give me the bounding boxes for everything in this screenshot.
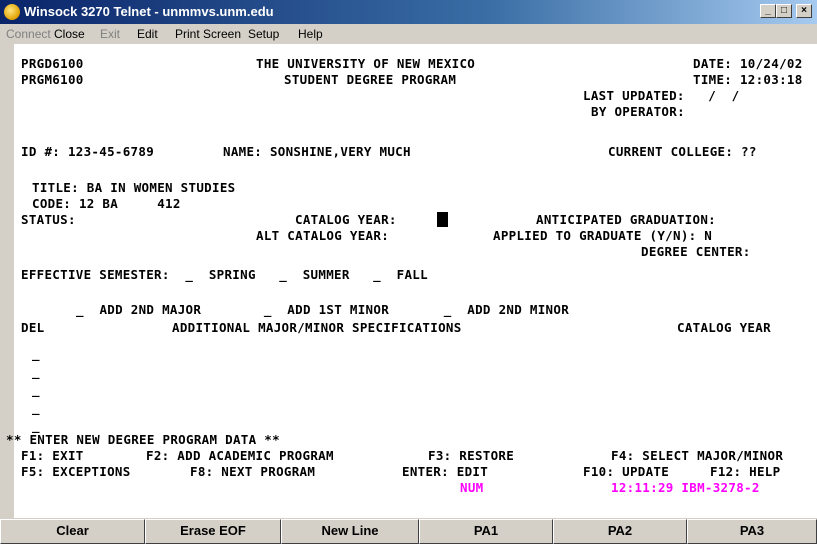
student-id: ID #: 123-45-6789 [21,144,155,159]
menu-exit[interactable]: Exit [100,27,120,41]
erase-eof-button[interactable]: Erase EOF [145,519,281,544]
program-id-2: PRGM6100 [21,72,84,87]
telnet-window: Winsock 3270 Telnet - unmmvs.unm.edu _ □… [0,0,817,544]
text-cursor [437,212,448,227]
last-updated-field: LAST UPDATED: / / [583,88,740,103]
pa3-button[interactable]: PA3 [687,519,817,544]
by-operator-field: BY OPERATOR: [591,104,685,119]
menu-edit[interactable]: Edit [137,27,158,41]
date-field: DATE: 10/24/02 [693,56,803,71]
time-field: TIME: 12:03:18 [693,72,803,87]
org-title: THE UNIVERSITY OF NEW MEXICO [256,56,476,71]
alt-catalog-year-label: ALT CATALOG YEAR: [256,228,390,243]
del-input-4[interactable]: _ [32,400,40,416]
f3-key-label: F3: RESTORE [428,448,515,463]
pa2-button[interactable]: PA2 [553,519,687,544]
enter-key-label: ENTER: EDIT [402,464,489,479]
catalog-year-column-header: CATALOG YEAR [677,320,771,335]
menu-print-screen[interactable]: Print Screen [175,27,241,41]
close-button[interactable]: × [796,4,812,18]
enter-data-message: ** ENTER NEW DEGREE PROGRAM DATA ** [6,432,280,447]
function-button-bar: Clear Erase EOF New Line PA1 PA2 PA3 [0,519,817,544]
program-id-1: PRGD6100 [21,56,84,71]
del-input-3[interactable]: _ [32,382,40,398]
num-lock-indicator: NUM [460,480,484,495]
anticipated-graduation-label: ANTICIPATED GRADUATION: [536,212,716,227]
del-input-2[interactable]: _ [32,364,40,380]
additional-specs-header: ADDITIONAL MAJOR/MINOR SPECIFICATIONS [172,320,462,335]
add-program-line[interactable]: _ ADD 2ND MAJOR _ ADD 1ST MINOR _ ADD 2N… [76,302,569,318]
effective-semester-line[interactable]: EFFECTIVE SEMESTER: _ SPRING _ SUMMER _ … [21,267,428,283]
app-globe-icon [4,4,20,20]
window-title: Winsock 3270 Telnet - unmmvs.unm.edu [24,4,274,19]
menu-connect[interactable]: Connect [6,27,51,41]
terminal-screen[interactable]: PRGD6100 PRGM6100 THE UNIVERSITY OF NEW … [6,44,817,518]
menu-setup[interactable]: Setup [248,27,279,41]
degree-center-label: DEGREE CENTER: [641,244,751,259]
del-column-header: DEL [21,320,45,335]
f1-key-label: F1: EXIT [21,448,84,463]
f12-key-label: F12: HELP [710,464,781,479]
pa1-button[interactable]: PA1 [419,519,553,544]
menu-help[interactable]: Help [298,27,323,41]
degree-code: CODE: 12 BA 412 [32,196,181,211]
clock-terminal-type: 12:11:29 IBM-3278-2 [611,480,760,495]
catalog-year-label: CATALOG YEAR: [295,212,397,227]
new-line-button[interactable]: New Line [281,519,419,544]
minimize-button[interactable]: _ [760,4,776,18]
maximize-button[interactable]: □ [776,4,792,18]
f5-key-label: F5: EXCEPTIONS [21,464,131,479]
screen-subtitle: STUDENT DEGREE PROGRAM [284,72,457,87]
title-bar[interactable]: Winsock 3270 Telnet - unmmvs.unm.edu _ □… [0,0,817,24]
menu-bar: Connect Close Exit Edit Print Screen Set… [0,24,817,44]
f10-key-label: F10: UPDATE [583,464,670,479]
f4-key-label: F4: SELECT MAJOR/MINOR [611,448,784,463]
menu-close[interactable]: Close [54,27,85,41]
applied-to-graduate-field: APPLIED TO GRADUATE (Y/N): N [493,228,713,243]
degree-title: TITLE: BA IN WOMEN STUDIES [32,180,236,195]
current-college: CURRENT COLLEGE: ?? [608,144,757,159]
status-label: STATUS: [21,212,76,227]
f2-key-label: F2: ADD ACADEMIC PROGRAM [146,448,334,463]
f8-key-label: F8: NEXT PROGRAM [190,464,316,479]
student-name: NAME: SONSHINE,VERY MUCH [223,144,411,159]
clear-button[interactable]: Clear [0,519,145,544]
del-input-1[interactable]: _ [32,346,40,362]
